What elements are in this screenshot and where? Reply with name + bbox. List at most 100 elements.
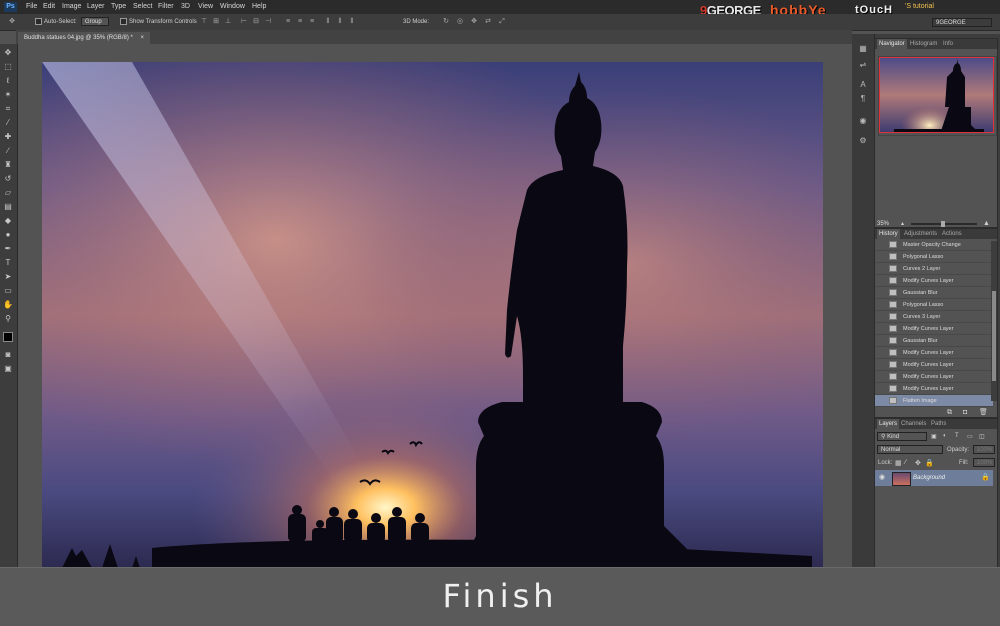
3d-scale-icon[interactable]: ⤢ — [498, 18, 506, 26]
tab-histogram[interactable]: Histogram — [908, 39, 939, 49]
color-panel-icon[interactable]: ▦ — [858, 44, 868, 54]
menu-view[interactable]: View — [198, 0, 213, 14]
history-item[interactable]: Gaussian Blur — [875, 335, 993, 347]
zoom-slider-handle[interactable] — [941, 221, 945, 227]
history-item[interactable]: Flatten Image — [875, 395, 993, 407]
document-tab[interactable]: Buddha statues 04.jpg @ 35% (RGB/8) * × — [18, 32, 151, 44]
show-transform-checkbox[interactable]: Show Transform Controls — [120, 18, 197, 26]
tab-adjustments[interactable]: Adjustments — [902, 229, 939, 239]
shape-tool-icon[interactable]: ▭ — [3, 286, 13, 296]
type-tool-icon[interactable]: T — [3, 258, 13, 268]
paragraph-panel-icon[interactable]: ¶ — [858, 94, 868, 104]
history-item[interactable]: Gaussian Blur — [875, 287, 993, 299]
screen-mode-icon[interactable]: ▣ — [3, 364, 13, 374]
tab-channels[interactable]: Channels — [899, 419, 928, 429]
trash-icon[interactable]: 🗑 — [979, 408, 988, 418]
blur-tool-icon[interactable]: ◆ — [3, 216, 13, 226]
lasso-tool-icon[interactable]: ℓ — [3, 76, 13, 86]
navigator-zoom-value[interactable]: 35% — [877, 220, 889, 228]
history-item[interactable]: Modify Curves Layer — [875, 371, 993, 383]
move-tool-icon[interactable]: ✥ — [8, 18, 16, 26]
info-panel-icon[interactable]: ◉ — [858, 116, 868, 126]
tab-layers[interactable]: Layers — [877, 419, 900, 429]
tab-actions[interactable]: Actions — [940, 229, 964, 239]
distribute-icon[interactable]: ⫴ — [336, 18, 344, 26]
character-panel-icon[interactable]: A — [858, 80, 868, 90]
history-item[interactable]: Modify Curves Layer — [875, 347, 993, 359]
adjust-icon[interactable]: ⇌ — [858, 60, 868, 70]
move-tool-icon[interactable]: ✥ — [3, 48, 13, 58]
filter-type-icon[interactable]: T — [955, 433, 959, 439]
align-left-icon[interactable]: ⊢ — [240, 18, 248, 26]
history-item[interactable]: Curves 2 Layer — [875, 263, 993, 275]
history-scrollbar[interactable] — [991, 241, 997, 401]
lock-position-icon[interactable]: ✥ — [915, 459, 921, 467]
close-icon[interactable]: × — [141, 35, 145, 41]
filter-adjustment-icon[interactable]: ◐ — [943, 433, 947, 439]
healing-brush-tool-icon[interactable]: ✚ — [3, 132, 13, 142]
new-document-from-state-icon[interactable]: ⧉ — [947, 408, 952, 418]
zoom-tool-icon[interactable]: ⚲ — [3, 314, 13, 324]
hand-tool-icon[interactable]: ✋ — [3, 300, 13, 310]
distribute-icon[interactable]: ⫴ — [348, 18, 356, 26]
quick-mask-icon[interactable]: ◙ — [3, 350, 13, 360]
blend-mode-dropdown[interactable]: Normal — [877, 445, 943, 454]
menu-3d[interactable]: 3D — [181, 0, 190, 14]
crop-tool-icon[interactable]: ⌗ — [3, 104, 13, 114]
zoom-in-icon[interactable]: ▲ — [983, 220, 990, 228]
3d-slide-icon[interactable]: ⇄ — [484, 18, 492, 26]
3d-rotate-icon[interactable]: ↻ — [442, 18, 450, 26]
align-vcenter-icon[interactable]: ⊞ — [212, 18, 220, 26]
navigator-view-frame[interactable] — [879, 57, 994, 133]
layer-filter-dropdown[interactable]: ⚲ Kind — [877, 432, 927, 441]
path-selection-tool-icon[interactable]: ➤ — [3, 272, 13, 282]
menu-edit[interactable]: Edit — [43, 0, 55, 14]
history-item[interactable]: Modify Curves Layer — [875, 359, 993, 371]
distribute-icon[interactable]: ≡ — [296, 18, 304, 26]
lock-image-icon[interactable]: ∕ — [905, 459, 906, 466]
tab-history[interactable]: History — [877, 229, 900, 239]
history-item[interactable]: Polygonal Lasso — [875, 299, 993, 311]
brush-tool-icon[interactable]: ∕ — [3, 146, 13, 156]
fill-field[interactable]: 100% — [973, 458, 995, 467]
history-item[interactable]: Modify Curves Layer — [875, 323, 993, 335]
eye-icon[interactable]: ◉ — [879, 474, 886, 481]
snapshot-icon[interactable]: ◘ — [963, 408, 967, 418]
history-item[interactable]: Modify Curves Layer — [875, 383, 993, 395]
document-canvas[interactable] — [42, 62, 823, 568]
align-hcenter-icon[interactable]: ⊟ — [252, 18, 260, 26]
menu-file[interactable]: File — [26, 0, 37, 14]
align-top-icon[interactable]: ⊤ — [200, 18, 208, 26]
properties-panel-icon[interactable]: ⚙ — [858, 136, 868, 146]
layer-row-background[interactable]: ◉ Background 🔒 — [875, 470, 993, 486]
distribute-icon[interactable]: ≡ — [308, 18, 316, 26]
auto-select-checkbox[interactable]: Auto-Select: — [35, 18, 77, 26]
filter-pixel-icon[interactable]: ▣ — [931, 433, 937, 440]
history-brush-tool-icon[interactable]: ↺ — [3, 174, 13, 184]
menu-image[interactable]: Image — [62, 0, 81, 14]
history-item[interactable]: Modify Curves Layer — [875, 275, 993, 287]
menu-filter[interactable]: Filter — [158, 0, 174, 14]
menu-window[interactable]: Window — [220, 0, 245, 14]
tab-navigator[interactable]: Navigator — [877, 39, 907, 49]
menu-help[interactable]: Help — [252, 0, 266, 14]
menu-type[interactable]: Type — [111, 0, 126, 14]
filter-smart-icon[interactable]: ◫ — [979, 433, 985, 440]
auto-select-dropdown[interactable]: Group — [81, 17, 109, 26]
distribute-icon[interactable]: ≡ — [284, 18, 292, 26]
3d-pan-icon[interactable]: ✥ — [470, 18, 478, 26]
gradient-tool-icon[interactable]: ▤ — [3, 202, 13, 212]
lock-all-icon[interactable]: 🔒 — [925, 459, 934, 467]
lock-transparent-icon[interactable]: ▦ — [895, 459, 902, 467]
eraser-tool-icon[interactable]: ▱ — [3, 188, 13, 198]
3d-roll-icon[interactable]: ◎ — [456, 18, 464, 26]
filter-shape-icon[interactable]: ▭ — [967, 433, 973, 440]
eyedropper-tool-icon[interactable]: ⁄ — [3, 118, 13, 128]
pen-tool-icon[interactable]: ✒ — [3, 244, 13, 254]
menu-select[interactable]: Select — [133, 0, 152, 14]
magic-wand-tool-icon[interactable]: ✶ — [3, 90, 13, 100]
opacity-field[interactable]: 100% — [973, 445, 995, 454]
foreground-color-swatch[interactable] — [3, 332, 13, 342]
tab-info[interactable]: Info — [941, 39, 955, 49]
navigator-thumbnail[interactable] — [878, 56, 997, 136]
